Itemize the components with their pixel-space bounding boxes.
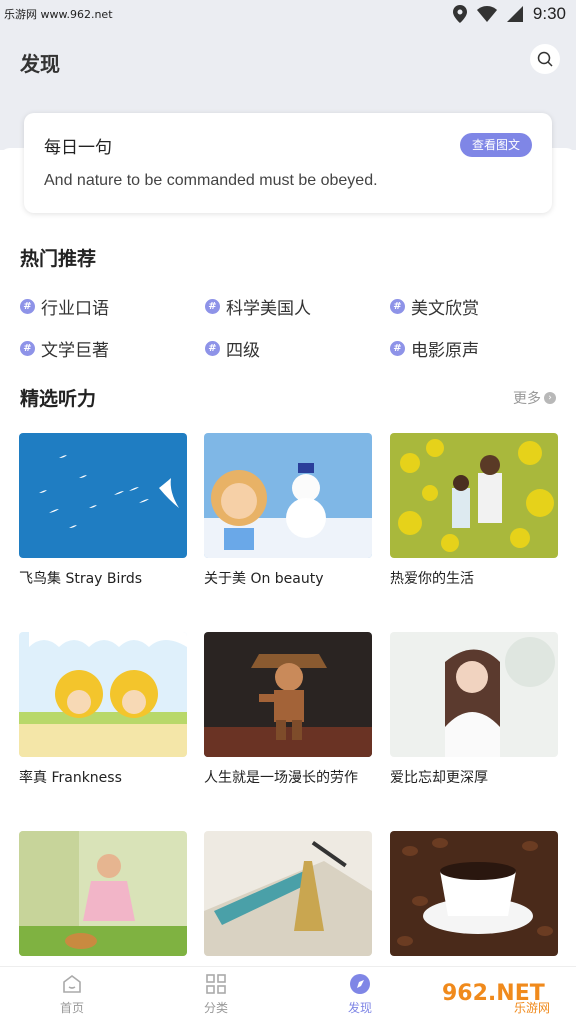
tab-home[interactable]: 首页 [42,973,102,1016]
card-thumbnail [204,632,372,757]
home-icon [63,975,81,993]
tag-label: 文学巨著 [41,341,109,361]
signal-icon [506,6,523,22]
tag-item[interactable]: # 文学巨著 [20,336,109,361]
tag-item[interactable]: # 电影原声 [390,336,479,361]
audio-card[interactable] [19,831,187,966]
svg-text:乐游网: 乐游网 [514,1001,550,1015]
page-title: 发现 [20,52,60,76]
tag-label: 科学美国人 [226,299,311,319]
audio-card[interactable] [390,831,558,966]
search-icon [537,51,553,67]
audio-card[interactable]: 率真 Frankness [19,632,187,787]
card-label: 关于美 On beauty [204,571,324,587]
view-graphic-button[interactable]: 查看图文 [459,133,532,157]
card-thumbnail [19,632,187,757]
status-time: 9:30 [532,4,566,23]
tag-label: 四级 [226,341,260,361]
hash-icon: # [205,299,220,314]
daily-quote: And nature to be commanded must be obeye… [44,172,378,189]
tag-item[interactable]: # 科学美国人 [205,294,311,319]
card-thumbnail [204,433,372,558]
hot-section-title: 热门推荐 [20,248,97,270]
tag-item[interactable]: # 行业口语 [20,294,109,319]
audio-card[interactable]: 飞鸟集 Stray Birds [19,433,187,588]
status-site-text: 乐游网 www.962.net [4,8,113,21]
hash-icon: # [20,299,35,314]
tab-label: 首页 [59,1001,84,1015]
more-link[interactable]: 更多 › [513,388,556,408]
daily-sentence-card[interactable]: 每日一句 查看图文 And nature to be commanded mus… [24,113,552,213]
hash-icon: # [390,299,405,314]
daily-title: 每日一句 [44,138,112,158]
hash-icon: # [390,341,405,356]
tag-label: 美文欣赏 [411,299,479,319]
tab-category[interactable]: 分类 [186,973,246,1016]
status-bar: 乐游网 www.962.net 9:30 [0,0,576,30]
grid-icon [206,974,226,994]
card-label: 热爱你的生活 [390,571,474,587]
watermark-logo: 962.NET 乐游网 [434,968,570,1020]
card-thumbnail [390,831,558,956]
tab-label: 发现 [347,1001,372,1015]
audio-card[interactable]: 人生就是一场漫长的劳作 [204,632,372,787]
card-label: 飞鸟集 Stray Birds [19,571,143,587]
card-thumbnail [19,831,187,956]
audio-card[interactable]: 热爱你的生活 [390,433,558,588]
location-icon [452,5,467,23]
tag-label: 电影原声 [411,341,479,361]
card-label: 率真 Frankness [19,770,122,786]
audio-card[interactable]: 关于美 On beauty [204,433,372,588]
card-thumbnail [390,433,558,558]
chevron-right-icon: › [544,392,556,404]
wifi-icon [476,6,497,22]
tag-label: 行业口语 [41,299,109,319]
tab-discover[interactable]: 发现 [330,973,390,1016]
card-label: 爱比忘却更深厚 [390,770,488,786]
tab-label: 分类 [203,1001,228,1015]
card-label: 人生就是一场漫长的劳作 [204,770,358,786]
card-thumbnail [19,433,187,558]
search-button[interactable] [530,44,560,74]
tag-item[interactable]: # 四级 [205,336,260,361]
more-label: 更多 [513,391,541,407]
tag-item[interactable]: # 美文欣赏 [390,294,479,319]
card-thumbnail [390,632,558,757]
hash-icon: # [20,341,35,356]
audio-card[interactable] [204,831,372,966]
featured-section-title: 精选听力 [20,388,97,410]
status-icons: 9:30 [452,4,566,24]
audio-card[interactable]: 爱比忘却更深厚 [390,632,558,787]
hash-icon: # [205,341,220,356]
compass-icon [350,974,370,994]
card-thumbnail [204,831,372,956]
